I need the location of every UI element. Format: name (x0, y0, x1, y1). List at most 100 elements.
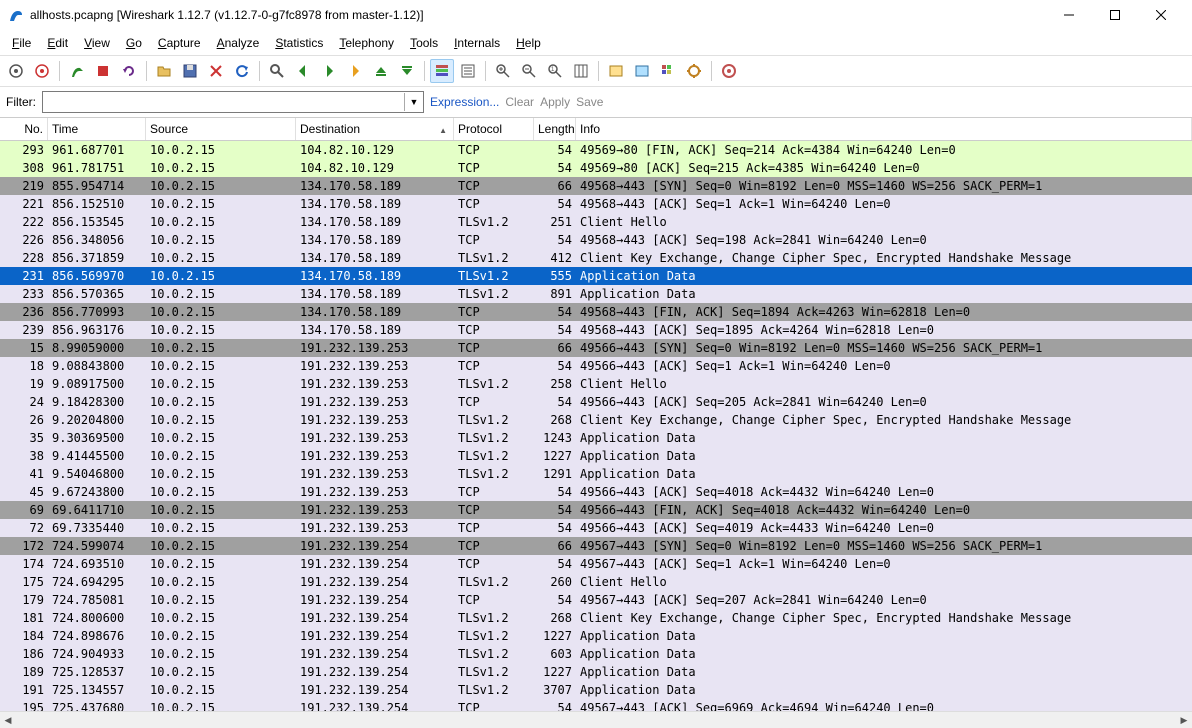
menu-internals[interactable]: Internals (446, 33, 508, 53)
options-button[interactable] (30, 59, 54, 83)
packet-row[interactable]: 222856.15354510.0.2.15134.170.58.189TLSv… (0, 213, 1192, 231)
help-button[interactable] (717, 59, 741, 83)
start-capture-button[interactable] (65, 59, 89, 83)
menu-view[interactable]: View (76, 33, 118, 53)
save-button[interactable] (178, 59, 202, 83)
scroll-left-arrow[interactable]: ◀ (0, 713, 16, 727)
cell-source: 10.0.2.15 (146, 645, 296, 663)
packet-row[interactable]: 199.0891750010.0.2.15191.232.139.253TLSv… (0, 375, 1192, 393)
apply-button[interactable]: Apply (540, 95, 570, 109)
packet-row[interactable]: 174724.69351010.0.2.15191.232.139.254TCP… (0, 555, 1192, 573)
close-button[interactable] (1138, 0, 1184, 30)
packet-row[interactable]: 189725.12853710.0.2.15191.232.139.254TLS… (0, 663, 1192, 681)
zoom-reset-button[interactable]: 1 (543, 59, 567, 83)
filter-input[interactable] (43, 95, 404, 109)
packet-row[interactable]: 308961.78175110.0.2.15104.82.10.129TCP54… (0, 159, 1192, 177)
stop-capture-button[interactable] (91, 59, 115, 83)
find-button[interactable] (265, 59, 289, 83)
menu-go[interactable]: Go (118, 33, 150, 53)
column-header-destination[interactable]: Destination (296, 118, 454, 140)
packet-row[interactable]: 459.6724380010.0.2.15191.232.139.253TCP5… (0, 483, 1192, 501)
column-header-time[interactable]: Time (48, 118, 146, 140)
column-header-no[interactable]: No. (0, 118, 48, 140)
packet-row[interactable]: 239856.96317610.0.2.15134.170.58.189TCP5… (0, 321, 1192, 339)
cell-destination: 191.232.139.253 (296, 447, 454, 465)
packet-row[interactable]: 186724.90493310.0.2.15191.232.139.254TLS… (0, 645, 1192, 663)
packet-row[interactable]: 6969.641171010.0.2.15191.232.139.253TCP5… (0, 501, 1192, 519)
save-filter-button[interactable]: Save (576, 95, 603, 109)
cell-protocol: TLSv1.2 (454, 375, 534, 393)
packet-list-pane[interactable]: No. Time Source Destination Protocol Len… (0, 117, 1192, 712)
cell-no: 45 (0, 483, 48, 501)
packet-row[interactable]: 293961.68770110.0.2.15104.82.10.129TCP54… (0, 141, 1192, 159)
menu-statistics[interactable]: Statistics (267, 33, 331, 53)
packet-row[interactable]: 184724.89867610.0.2.15191.232.139.254TLS… (0, 627, 1192, 645)
menu-capture[interactable]: Capture (150, 33, 209, 53)
packet-row[interactable]: 233856.57036510.0.2.15134.170.58.189TLSv… (0, 285, 1192, 303)
packet-row[interactable]: 269.2020480010.0.2.15191.232.139.253TLSv… (0, 411, 1192, 429)
packet-row[interactable]: 419.5404680010.0.2.15191.232.139.253TLSv… (0, 465, 1192, 483)
packet-row[interactable]: 236856.77099310.0.2.15134.170.58.189TCP5… (0, 303, 1192, 321)
menu-analyze[interactable]: Analyze (209, 33, 268, 53)
display-filters-button[interactable] (630, 59, 654, 83)
packet-row[interactable]: 191725.13455710.0.2.15191.232.139.254TLS… (0, 681, 1192, 699)
column-header-protocol[interactable]: Protocol (454, 118, 534, 140)
preferences-button[interactable] (682, 59, 706, 83)
cell-destination: 134.170.58.189 (296, 177, 454, 195)
packet-row[interactable]: 175724.69429510.0.2.15191.232.139.254TLS… (0, 573, 1192, 591)
packet-row[interactable]: 226856.34805610.0.2.15134.170.58.189TCP5… (0, 231, 1192, 249)
packet-row[interactable]: 359.3036950010.0.2.15191.232.139.253TLSv… (0, 429, 1192, 447)
packet-row[interactable]: 249.1842830010.0.2.15191.232.139.253TCP5… (0, 393, 1192, 411)
menu-edit[interactable]: Edit (39, 33, 76, 53)
go-back-button[interactable] (291, 59, 315, 83)
auto-scroll-button[interactable] (456, 59, 480, 83)
go-first-button[interactable] (369, 59, 393, 83)
menu-telephony[interactable]: Telephony (331, 33, 402, 53)
zoom-in-button[interactable] (491, 59, 515, 83)
cell-source: 10.0.2.15 (146, 213, 296, 231)
scroll-right-arrow[interactable]: ▶ (1176, 713, 1192, 727)
packet-row[interactable]: 228856.37185910.0.2.15134.170.58.189TLSv… (0, 249, 1192, 267)
packet-row[interactable]: 219855.95471410.0.2.15134.170.58.189TCP6… (0, 177, 1192, 195)
filter-dropdown-button[interactable]: ▼ (404, 93, 423, 111)
interfaces-button[interactable] (4, 59, 28, 83)
minimize-button[interactable] (1046, 0, 1092, 30)
coloring-rules-button[interactable] (656, 59, 680, 83)
reload-button[interactable] (230, 59, 254, 83)
capture-filters-button[interactable] (604, 59, 628, 83)
column-header-length[interactable]: Length (534, 118, 576, 140)
go-last-button[interactable] (395, 59, 419, 83)
cell-destination: 191.232.139.253 (296, 429, 454, 447)
column-header-source[interactable]: Source (146, 118, 296, 140)
packet-row[interactable]: 172724.59907410.0.2.15191.232.139.254TCP… (0, 537, 1192, 555)
zoom-out-button[interactable] (517, 59, 541, 83)
packet-row[interactable]: 389.4144550010.0.2.15191.232.139.253TLSv… (0, 447, 1192, 465)
menu-file[interactable]: File (4, 33, 39, 53)
open-button[interactable] (152, 59, 176, 83)
packet-row[interactable]: 179724.78508110.0.2.15191.232.139.254TCP… (0, 591, 1192, 609)
cell-time: 9.08917500 (48, 375, 146, 393)
packet-row[interactable]: 189.0884380010.0.2.15191.232.139.253TCP5… (0, 357, 1192, 375)
packet-row[interactable]: 221856.15251010.0.2.15134.170.58.189TCP5… (0, 195, 1192, 213)
packet-row[interactable]: 231856.56997010.0.2.15134.170.58.189TLSv… (0, 267, 1192, 285)
cell-source: 10.0.2.15 (146, 537, 296, 555)
packet-row[interactable]: 7269.733544010.0.2.15191.232.139.253TCP5… (0, 519, 1192, 537)
resize-columns-button[interactable] (569, 59, 593, 83)
go-forward-button[interactable] (317, 59, 341, 83)
go-to-packet-button[interactable] (343, 59, 367, 83)
cell-destination: 134.170.58.189 (296, 303, 454, 321)
restart-capture-button[interactable] (117, 59, 141, 83)
colorize-button[interactable] (430, 59, 454, 83)
clear-button[interactable]: Clear (505, 95, 534, 109)
column-header-info[interactable]: Info (576, 118, 1192, 140)
cell-destination: 134.170.58.189 (296, 213, 454, 231)
horizontal-scrollbar[interactable]: ◀ ▶ (0, 711, 1192, 728)
cell-protocol: TCP (454, 393, 534, 411)
close-file-button[interactable] (204, 59, 228, 83)
menu-tools[interactable]: Tools (402, 33, 446, 53)
packet-row[interactable]: 158.9905900010.0.2.15191.232.139.253TCP6… (0, 339, 1192, 357)
maximize-button[interactable] (1092, 0, 1138, 30)
menu-help[interactable]: Help (508, 33, 549, 53)
packet-row[interactable]: 181724.80060010.0.2.15191.232.139.254TLS… (0, 609, 1192, 627)
expression-button[interactable]: Expression... (430, 95, 499, 109)
